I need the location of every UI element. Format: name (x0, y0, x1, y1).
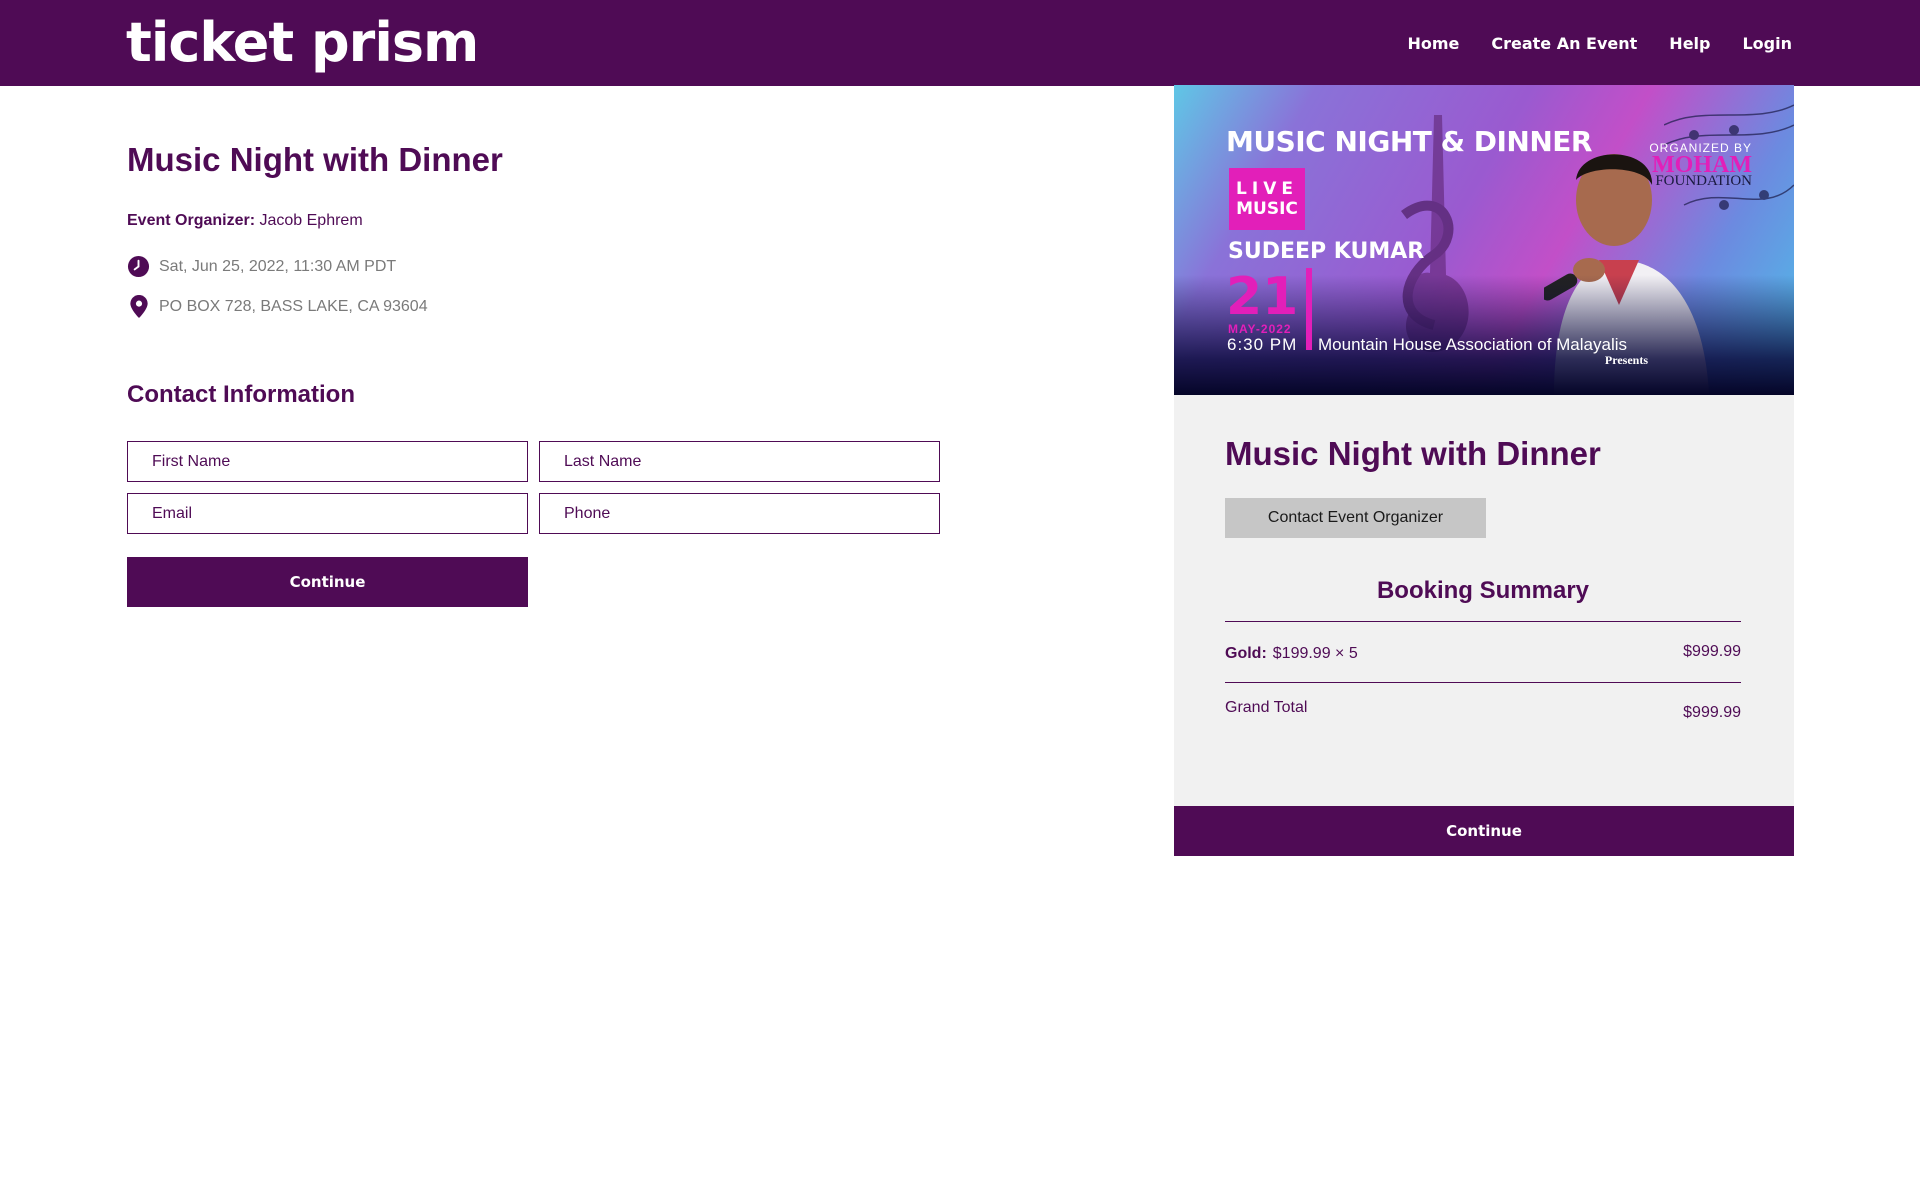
ticket-line-amount: $999.99 (1683, 643, 1741, 660)
main-nav: Home Create An Event Help Login (1407, 0, 1792, 86)
banner-time: 6:30 PM (1227, 335, 1298, 354)
banner-day: 21 (1226, 267, 1299, 327)
nav-login-link[interactable]: Login (1742, 34, 1792, 53)
panel-event-title: Music Night with Dinner (1225, 435, 1601, 472)
phone-input[interactable] (539, 493, 940, 534)
contact-continue-button[interactable]: Continue (127, 557, 528, 607)
summary-divider-bottom (1225, 682, 1741, 683)
banner-presents: Presents (1604, 353, 1648, 367)
ticket-price-quantity: $199.99 × 5 (1272, 645, 1358, 662)
contact-information-heading: Contact Information (127, 381, 355, 408)
nav-help-link[interactable]: Help (1669, 34, 1710, 53)
banner-association: Mountain House Association of Malayalis (1318, 335, 1627, 354)
ticket-tier-label: Gold: (1225, 645, 1267, 662)
event-datetime-row: Sat, Jun 25, 2022, 11:30 AM PDT (127, 255, 396, 278)
summary-continue-button[interactable]: Continue (1174, 806, 1794, 856)
event-datetime: Sat, Jun 25, 2022, 11:30 AM PDT (159, 257, 397, 275)
event-location: PO BOX 728, BASS LAKE, CA 93604 (159, 297, 428, 315)
banner-org-sub: FOUNDATION (1655, 173, 1752, 189)
nav-create-event-link[interactable]: Create An Event (1491, 34, 1637, 53)
organizer-name: Jacob Ephrem (259, 212, 363, 229)
live-badge-line2: MUSIC (1236, 199, 1298, 219)
contact-organizer-button[interactable]: Contact Event Organizer (1225, 498, 1486, 538)
organizer-label: Event Organizer: (127, 212, 256, 229)
grand-total-label: Grand Total (1225, 699, 1308, 716)
email-input[interactable] (127, 493, 528, 534)
banner-title: MUSIC NIGHT & DINNER (1226, 125, 1592, 158)
live-badge-line1: LIVE (1236, 179, 1298, 199)
event-banner-image: MUSIC NIGHT & DINNER ORGANIZED BY MOHAM … (1174, 85, 1794, 395)
grand-total-amount: $999.99 (1683, 704, 1741, 721)
event-organizer: Event Organizer: Jacob Ephrem (127, 212, 363, 230)
banner-artist: SUDEEP KUMAR (1228, 239, 1425, 264)
nav-home-link[interactable]: Home (1407, 34, 1459, 53)
clock-icon (127, 255, 150, 278)
event-location-row: PO BOX 728, BASS LAKE, CA 93604 (127, 295, 428, 318)
summary-divider-top (1225, 621, 1741, 622)
event-title: Music Night with Dinner (127, 141, 503, 178)
banner-divider (1306, 268, 1312, 350)
top-navbar: ticket prism Home Create An Event Help L… (0, 0, 1920, 86)
live-music-badge: LIVE MUSIC (1229, 168, 1305, 230)
banner-month: MAY-2022 (1228, 322, 1292, 336)
ticket-prism-logo[interactable]: ticket prism (126, 8, 479, 78)
booking-summary-heading: Booking Summary (1376, 577, 1590, 604)
ticket-line-item: Gold: $199.99 × 5 (1225, 645, 1358, 663)
last-name-input[interactable] (539, 441, 940, 482)
booking-summary-panel: Music Night with Dinner Contact Event Or… (1174, 395, 1794, 806)
first-name-input[interactable] (127, 441, 528, 482)
map-pin-icon (127, 295, 150, 318)
